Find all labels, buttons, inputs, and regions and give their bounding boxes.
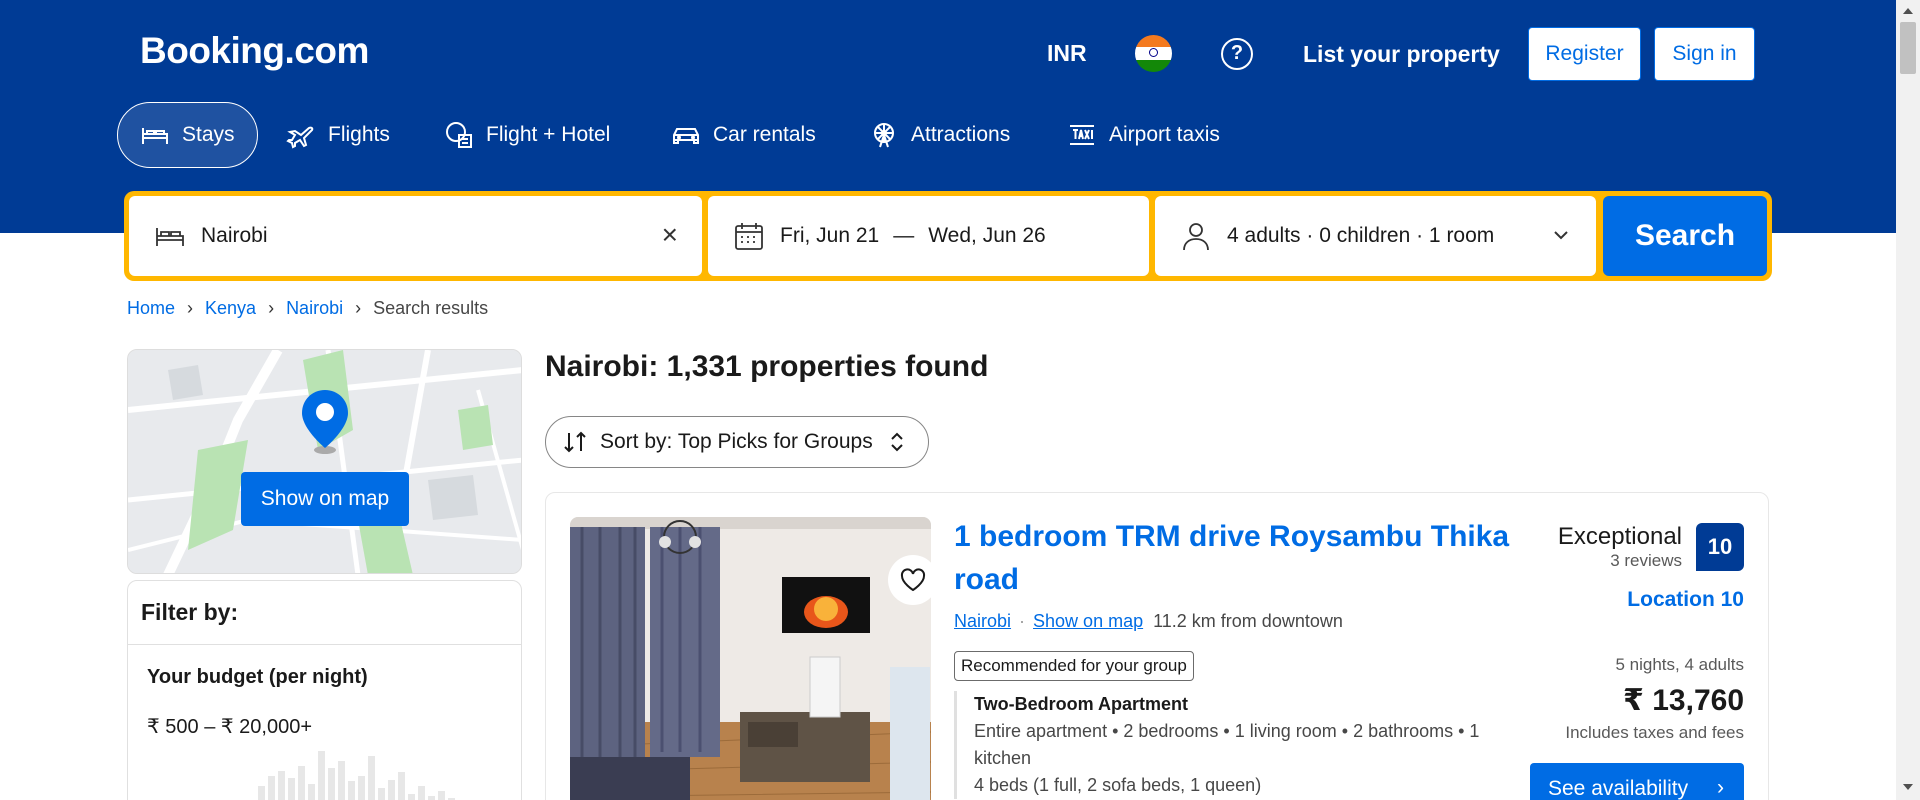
rating-word: Exceptional	[1557, 523, 1682, 550]
guests-field[interactable]: 4 adults · 0 children · 1 room	[1155, 196, 1596, 276]
budget-histogram[interactable]	[258, 746, 455, 800]
chevron-down-icon[interactable]	[1550, 224, 1572, 252]
chevron-right-icon: ›	[1717, 776, 1724, 799]
review-count[interactable]: 3 reviews	[1610, 551, 1682, 571]
bed-icon	[156, 228, 184, 246]
date-separator: —	[893, 224, 915, 247]
unit-name: Two-Bedroom Apartment	[974, 694, 1188, 714]
bed-icon	[142, 128, 168, 144]
register-button[interactable]: Register	[1528, 27, 1641, 81]
tab-label: Car rentals	[713, 123, 816, 146]
person-icon	[1183, 223, 1209, 251]
clear-icon[interactable]: ×	[662, 221, 678, 249]
calendar-icon	[735, 223, 763, 250]
check-in-date[interactable]: Fri, Jun 21	[780, 224, 879, 248]
sort-arrows-icon	[564, 431, 586, 453]
chevron-updown-icon	[891, 432, 903, 452]
taxes-note: Includes taxes and fees	[1565, 723, 1744, 742]
ferris-wheel-icon	[874, 123, 894, 148]
booking-logo[interactable]: Booking.com	[140, 30, 369, 72]
tab-label: Flight + Hotel	[486, 123, 611, 146]
chevron-right-icon: ›	[355, 298, 362, 318]
budget-title: Your budget (per night)	[147, 666, 368, 688]
map-preview[interactable]: Show on map	[127, 349, 522, 574]
map-pin-icon	[302, 390, 348, 454]
filter-title: Filter by:	[128, 581, 521, 645]
stay-summary: 5 nights, 4 adults	[1615, 655, 1744, 674]
dates-field[interactable]: Fri, Jun 21 — Wed, Jun 26	[708, 196, 1149, 276]
search-button[interactable]: Search	[1603, 196, 1767, 276]
page-scrollbar[interactable]	[1896, 0, 1920, 800]
tab-label: Stays	[182, 123, 235, 146]
destination-field[interactable]: Nairobi ×	[129, 196, 702, 276]
sort-label: Sort by: Top Picks for Groups	[600, 430, 873, 453]
show-on-map-link[interactable]: Show on map	[1033, 611, 1143, 632]
chevron-right-icon: ›	[268, 298, 275, 318]
results-title: Nairobi: 1,331 properties found	[545, 350, 989, 383]
show-on-map-button[interactable]: Show on map	[241, 472, 409, 526]
tab-airport-taxis[interactable]: Airport taxis	[1045, 102, 1242, 168]
see-availability-label: See availability	[1548, 777, 1689, 800]
scroll-up-arrow-icon[interactable]	[1903, 8, 1913, 14]
breadcrumb-nairobi[interactable]: Nairobi	[286, 298, 343, 319]
map-background	[128, 350, 521, 573]
sort-dropdown[interactable]: Sort by: Top Picks for Groups	[545, 416, 929, 468]
sign-in-button[interactable]: Sign in	[1654, 27, 1755, 81]
guests-value[interactable]: 4 adults · 0 children · 1 room	[1227, 224, 1494, 248]
property-card[interactable]: 1 bedroom TRM drive Roysambu Thika road …	[545, 492, 1769, 800]
scroll-thumb[interactable]	[1900, 22, 1916, 74]
taxi-icon	[1070, 125, 1094, 145]
search-bar: Nairobi × Fri, Jun 21 — Wed, Jun 26 4 ad…	[124, 191, 1772, 281]
plane-icon	[286, 126, 314, 149]
breadcrumb-current: Search results	[373, 298, 489, 318]
unit-details: Two-Bedroom Apartment Entire apartment •…	[954, 691, 1494, 799]
tab-label: Airport taxis	[1109, 123, 1220, 146]
breadcrumb-home[interactable]: Home	[127, 298, 175, 319]
recommended-badge: Recommended for your group	[954, 651, 1194, 681]
apartment-photo	[570, 517, 931, 800]
breadcrumb-kenya[interactable]: Kenya	[205, 298, 256, 319]
tab-stays[interactable]: Stays	[117, 102, 258, 168]
budget-range: ₹ 500 – ₹ 20,000+	[147, 716, 313, 738]
tab-car-rentals[interactable]: Car rentals	[649, 102, 838, 168]
tab-flights[interactable]: Flights	[264, 102, 412, 168]
breadcrumb: Home › Kenya › Nairobi › Search results	[127, 298, 488, 319]
flight-hotel-icon	[446, 122, 472, 148]
price: ₹ 13,760	[1623, 684, 1744, 717]
india-flag-icon[interactable]	[1135, 35, 1172, 72]
property-photo[interactable]	[570, 517, 931, 800]
unit-beds: 4 beds (1 full, 2 sofa beds, 1 queen)	[974, 775, 1262, 795]
destination-value[interactable]: Nairobi	[201, 224, 268, 248]
review-score-badge: 10	[1696, 523, 1744, 571]
tab-attractions[interactable]: Attractions	[847, 102, 1032, 168]
filter-panel: Filter by: Your budget (per night) ₹ 500…	[127, 580, 522, 800]
scroll-down-arrow-icon[interactable]	[1903, 784, 1913, 790]
chevron-right-icon: ›	[187, 298, 194, 318]
car-icon	[673, 128, 699, 144]
tab-label: Attractions	[911, 123, 1011, 146]
location-score: Location 10	[1627, 588, 1744, 611]
check-out-date[interactable]: Wed, Jun 26	[928, 224, 1046, 248]
separator-dot: ·	[1019, 611, 1026, 631]
list-your-property-link[interactable]: List your property	[1303, 41, 1500, 68]
unit-description: Entire apartment • 2 bedrooms • 1 living…	[974, 721, 1480, 768]
see-availability-button[interactable]: See availability ›	[1530, 763, 1744, 800]
property-title[interactable]: 1 bedroom TRM drive Roysambu Thika road	[954, 515, 1544, 601]
save-heart-icon[interactable]	[888, 555, 931, 605]
distance-text: 11.2 km from downtown	[1153, 611, 1343, 631]
currency-selector[interactable]: INR	[1047, 40, 1087, 67]
tab-flight-hotel[interactable]: Flight + Hotel	[422, 102, 632, 168]
property-location: Nairobi · Show on map 11.2 km from downt…	[954, 611, 1343, 632]
help-icon[interactable]: ?	[1221, 38, 1253, 70]
location-link[interactable]: Nairobi	[954, 611, 1011, 632]
tab-label: Flights	[328, 123, 390, 146]
